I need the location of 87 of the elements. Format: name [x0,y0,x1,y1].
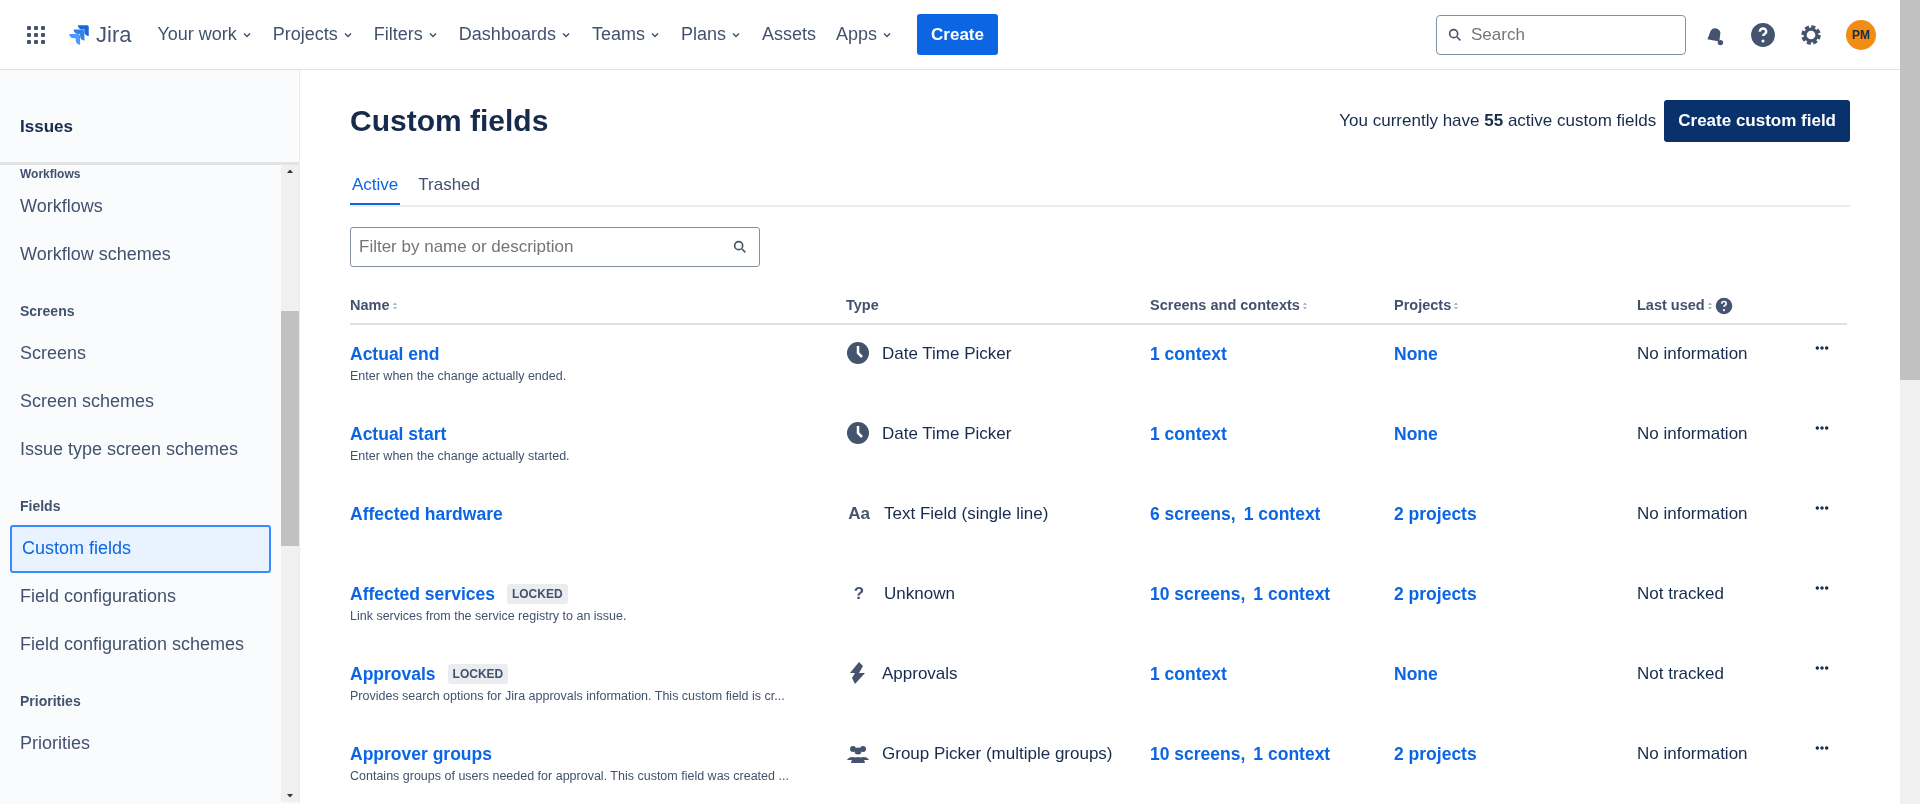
page-title: Custom fields [350,102,549,139]
sidebar-item[interactable]: Custom fields [10,524,271,573]
sidebar-item[interactable]: Workflows [10,182,271,231]
field-description: Link services from the service registry to an issue. [350,608,628,625]
search-icon [732,239,748,255]
type-icon: ? [846,580,872,607]
help-icon[interactable] [1750,21,1776,48]
screens-link[interactable]: 10 screens, [1150,740,1246,804]
column-header[interactable]: Last used [1637,295,1705,317]
sidebar-item[interactable]: Screen schemes [10,377,271,426]
field-name-link[interactable]: Actual end [350,340,440,367]
last-used-text: Not tracked [1637,663,1724,683]
search-icon [1447,26,1463,43]
nav-menu[interactable]: Plans [670,15,752,54]
field-name-link[interactable]: Affected services [350,580,495,607]
field-description: Enter when the change actually ended. [350,368,568,385]
screens-link[interactable]: 1 context [1150,660,1227,725]
screens-link[interactable]: 1 context [1150,340,1227,405]
create-button[interactable]: Create [917,13,998,56]
screens-link[interactable]: 6 screens, [1150,500,1236,565]
nav-menu[interactable]: Apps [826,15,904,54]
jira-logo[interactable]: Jira [66,18,132,51]
field-name-link[interactable]: Actual start [350,420,447,447]
nav-menu[interactable]: Your work [147,15,263,54]
last-used-text: No information [1637,423,1748,443]
field-name-link[interactable]: Approvals [350,660,436,687]
sidebar-item[interactable]: Issue type screen schemes [10,425,271,474]
sidebar-title: Issues [19,116,74,138]
summary-text: You currently have 55 active custom fields [1339,110,1657,132]
last-used-text: No information [1637,743,1748,763]
clock-icon [846,340,870,365]
sidebar-item[interactable]: Field configurations [10,572,271,621]
section-heading: Priorities [19,691,82,711]
column-header[interactable]: Projects [1394,295,1452,317]
locked-badge: LOCKED [447,663,509,684]
sidebar-item[interactable]: Workflow schemes [10,230,271,279]
projects-link[interactable]: None [1394,663,1438,684]
section-heading: Screens [19,301,76,321]
field-type: Approvals [882,662,958,685]
field-type: Date Time Picker [882,422,1012,445]
scrollbar-thumb[interactable] [1900,0,1920,380]
field-type: Date Time Picker [882,342,1012,365]
field-type: Group Picker (multiple groups) [882,742,1113,765]
type-icon: Aa [846,500,872,527]
screens-link[interactable]: 1 context [1150,420,1227,485]
field-type: Unknown [884,582,955,605]
field-description: Provides search options for Jira approvals information. This custom field is cr... [350,688,786,705]
projects-link[interactable]: 2 projects [1394,503,1477,524]
section-heading: Workflows [19,165,82,183]
avatar[interactable]: PM [1846,19,1876,50]
projects-link[interactable]: 2 projects [1394,583,1477,604]
column-header[interactable]: Name [350,295,390,317]
tab[interactable]: Trashed [416,167,483,205]
sidebar-item[interactable]: Screens [10,329,271,378]
screens-link[interactable]: 1 context [1253,580,1331,645]
sidebar-item[interactable]: Priorities [10,719,271,768]
field-name-link[interactable]: Affected hardware [350,500,503,527]
column-header[interactable]: Type [846,295,879,317]
section-heading: Fields [19,496,62,516]
screens-link[interactable]: 10 screens, [1150,580,1246,645]
create-field-button[interactable]: Create custom field [1664,100,1850,142]
screens-link[interactable]: 1 context [1243,500,1321,565]
nav-menu[interactable]: Projects [262,15,364,54]
projects-link[interactable]: 2 projects [1394,743,1477,764]
clock-icon [846,420,870,445]
screens-link[interactable]: 1 context [1253,740,1331,804]
scrollbar-thumb[interactable] [281,310,299,546]
field-description: Enter when the change actually started. [350,448,571,465]
field-name-link[interactable]: Approver groups [350,740,492,767]
last-used-text: No information [1637,343,1748,363]
projects-link[interactable]: None [1394,423,1438,444]
column-header[interactable]: Screens and contexts [1150,295,1300,317]
last-used-text: No information [1637,503,1748,523]
search-field[interactable]: Search [1436,14,1686,55]
locked-badge: LOCKED [506,583,568,604]
field-type: Text Field (single line) [884,502,1049,525]
help-icon[interactable] [1714,296,1733,315]
projects-link[interactable]: None [1394,343,1438,364]
field-description: Contains groups of users needed for approval. This custom field was created ... [350,768,790,785]
sidebar-item[interactable]: Field configuration schemes [10,620,271,669]
nav-menu[interactable]: Teams [581,15,671,54]
tab[interactable]: Active [350,167,401,205]
nav-menu[interactable]: Dashboards [448,15,582,54]
nav-menu[interactable]: Assets [751,15,826,54]
last-used-text: Not tracked [1637,583,1724,603]
filter-field[interactable]: Filter by name or description [350,227,760,267]
nav-menu[interactable]: Filters [363,15,449,54]
